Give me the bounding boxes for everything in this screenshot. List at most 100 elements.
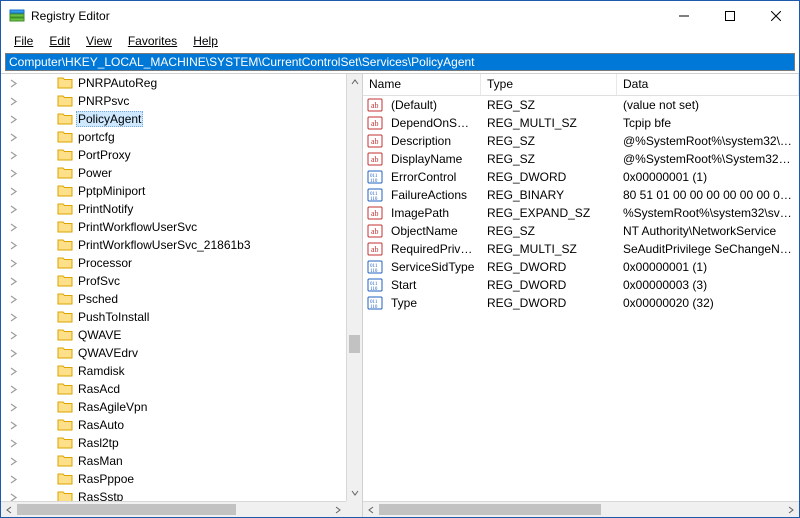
expand-icon[interactable] [7,401,19,413]
expand-icon[interactable] [7,257,19,269]
menu-favorites[interactable]: Favorites [121,33,184,49]
expand-icon[interactable] [7,239,19,251]
menu-help[interactable]: Help [186,33,225,49]
expand-icon[interactable] [7,167,19,179]
scroll-up-button[interactable] [347,74,363,90]
expand-icon[interactable] [7,131,19,143]
scroll-down-button[interactable] [347,485,363,501]
value-data: NT Authority\NetworkService [617,224,799,238]
expand-icon[interactable] [7,365,19,377]
tree-item-label: RasPppoe [76,472,136,486]
tree-item[interactable]: PrintWorkflowUserSvc_21861b3 [1,236,346,254]
svg-text:110: 110 [370,269,378,274]
list-row[interactable]: abObjectNameREG_SZNT Authority\NetworkSe… [363,222,799,240]
address-bar[interactable]: Computer\HKEY_LOCAL_MACHINE\SYSTEM\Curre… [5,53,795,71]
scroll-track[interactable] [17,502,330,517]
value-type-icon: ab [367,205,383,221]
tree-item[interactable]: ProfSvc [1,272,346,290]
expand-icon[interactable] [7,221,19,233]
tree-item[interactable]: PrintWorkflowUserSvc [1,218,346,236]
list-row[interactable]: abRequiredPrivileg...REG_MULTI_SZSeAudit… [363,240,799,258]
value-data: 0x00000001 (1) [617,170,799,184]
scroll-right-button[interactable] [783,502,799,517]
column-header-type[interactable]: Type [481,74,617,95]
tree-item[interactable]: PNRPAutoReg [1,74,346,92]
list-body[interactable]: ab(Default)REG_SZ(value not set)abDepend… [363,96,799,312]
expand-icon[interactable] [7,203,19,215]
tree-item[interactable]: Ramdisk [1,362,346,380]
tree-item[interactable]: PrintNotify [1,200,346,218]
tree-item[interactable]: Processor [1,254,346,272]
folder-icon [57,417,73,433]
minimize-button[interactable] [661,1,707,31]
list-row[interactable]: 011110ServiceSidTypeREG_DWORD0x00000001 … [363,258,799,276]
expand-icon[interactable] [7,113,19,125]
list-row[interactable]: abDisplayNameREG_SZ@%SystemRoot%\System3… [363,150,799,168]
menu-view[interactable]: View [79,33,119,49]
list-row[interactable]: 011110TypeREG_DWORD0x00000020 (32) [363,294,799,312]
scroll-thumb[interactable] [17,504,236,515]
tree-horizontal-scrollbar[interactable] [1,501,346,517]
menu-edit[interactable]: Edit [42,33,77,49]
tree-item[interactable]: PNRPsvc [1,92,346,110]
list-row[interactable]: 011110FailureActionsREG_BINARY80 51 01 0… [363,186,799,204]
close-button[interactable] [753,1,799,31]
expand-icon[interactable] [7,437,19,449]
tree-item[interactable]: Psched [1,290,346,308]
tree-item[interactable]: RasPppoe [1,470,346,488]
expand-icon[interactable] [7,311,19,323]
tree-item[interactable]: RasAuto [1,416,346,434]
expand-icon[interactable] [7,185,19,197]
tree-item[interactable]: portcfg [1,128,346,146]
expand-icon[interactable] [7,95,19,107]
tree-item[interactable]: PushToInstall [1,308,346,326]
tree-item[interactable]: Rasl2tp [1,434,346,452]
tree-vertical-scrollbar[interactable] [346,74,362,501]
folder-icon [57,129,73,145]
tree-item[interactable]: PolicyAgent [1,110,346,128]
expand-icon[interactable] [7,383,19,395]
menu-file[interactable]: File [7,33,40,49]
scroll-right-button[interactable] [330,502,346,517]
list-row[interactable]: ab(Default)REG_SZ(value not set) [363,96,799,114]
tree-item[interactable]: PptpMiniport [1,182,346,200]
expand-icon[interactable] [7,329,19,341]
expand-icon[interactable] [7,275,19,287]
scroll-thumb[interactable] [379,504,601,515]
tree-item-label: QWAVE [76,328,123,342]
expand-icon[interactable] [7,347,19,359]
expand-icon[interactable] [7,473,19,485]
list-row[interactable]: abDependOnServiceREG_MULTI_SZTcpip bfe [363,114,799,132]
scroll-left-button[interactable] [363,502,379,517]
tree-list[interactable]: PNRPAutoRegPNRPsvcPolicyAgentportcfgPort… [1,74,346,501]
list-row[interactable]: abDescriptionREG_SZ@%SystemRoot%\system3… [363,132,799,150]
expand-icon[interactable] [7,77,19,89]
tree-item[interactable]: QWAVE [1,326,346,344]
scroll-track[interactable] [347,90,362,485]
scroll-track[interactable] [379,502,783,517]
maximize-button[interactable] [707,1,753,31]
scroll-thumb[interactable] [349,335,360,353]
expand-icon[interactable] [7,491,19,501]
tree-item[interactable]: PortProxy [1,146,346,164]
list-row[interactable]: abImagePathREG_EXPAND_SZ%SystemRoot%\sys… [363,204,799,222]
list-horizontal-scrollbar[interactable] [363,501,799,517]
list-row[interactable]: 011110ErrorControlREG_DWORD0x00000001 (1… [363,168,799,186]
scroll-left-button[interactable] [1,502,17,517]
tree-item-label: PrintNotify [76,202,135,216]
column-header-data[interactable]: Data [617,74,799,95]
value-name: DisplayName [385,152,481,166]
tree-item[interactable]: RasMan [1,452,346,470]
tree-item[interactable]: RasAgileVpn [1,398,346,416]
expand-icon[interactable] [7,149,19,161]
column-header-name[interactable]: Name [363,74,481,95]
list-row[interactable]: 011110StartREG_DWORD0x00000003 (3) [363,276,799,294]
expand-icon[interactable] [7,419,19,431]
titlebar[interactable]: Registry Editor [1,1,799,31]
expand-icon[interactable] [7,455,19,467]
tree-item[interactable]: Power [1,164,346,182]
tree-item[interactable]: RasSstp [1,488,346,501]
expand-icon[interactable] [7,293,19,305]
tree-item[interactable]: QWAVEdrv [1,344,346,362]
tree-item[interactable]: RasAcd [1,380,346,398]
